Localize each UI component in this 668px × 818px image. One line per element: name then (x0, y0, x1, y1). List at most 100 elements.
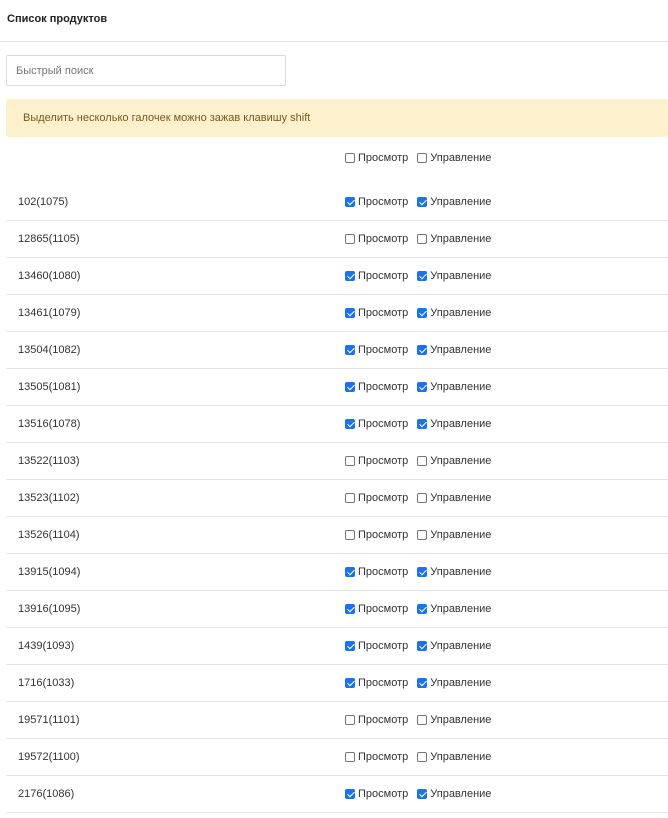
checkbox-icon[interactable] (417, 641, 428, 651)
view-checkbox[interactable]: Просмотр (345, 307, 408, 319)
view-checkbox[interactable]: Просмотр (345, 455, 408, 467)
manage-checkbox[interactable]: Управление (417, 714, 491, 726)
checkbox-icon[interactable] (417, 234, 428, 244)
manage-checkbox[interactable]: Управление (417, 196, 491, 208)
manage-checkbox[interactable]: Управление (417, 307, 491, 319)
manage-checkbox[interactable]: Управление (417, 233, 491, 245)
view-checkbox[interactable]: Просмотр (345, 270, 408, 282)
checkbox-icon[interactable] (417, 530, 428, 540)
manage-checkbox[interactable]: Управление (417, 788, 491, 800)
row-checkboxes: Просмотр Управление (345, 492, 491, 504)
list-item: 12865(1105) Просмотр Управление (6, 221, 668, 258)
checkbox-icon[interactable] (417, 308, 428, 318)
checkbox-icon[interactable] (345, 382, 355, 392)
checkbox-icon[interactable] (345, 345, 355, 355)
view-checkbox[interactable]: Просмотр (345, 677, 408, 689)
row-checkboxes: Просмотр Управление (345, 566, 491, 578)
view-checkbox[interactable]: Просмотр (345, 196, 408, 208)
list-item: 1716(1033) Просмотр Управление (6, 665, 668, 702)
view-checkbox[interactable]: Просмотр (345, 418, 408, 430)
checkbox-icon[interactable] (417, 752, 428, 762)
product-name: 13522(1103) (18, 455, 80, 467)
search-box[interactable] (6, 55, 286, 86)
view-checkbox[interactable]: Просмотр (345, 566, 408, 578)
checkbox-icon[interactable] (417, 271, 428, 281)
manage-checkbox[interactable]: Управление (417, 344, 491, 356)
checkbox-icon[interactable] (417, 715, 428, 725)
checkbox-icon[interactable] (417, 153, 428, 163)
view-label: Просмотр (358, 270, 409, 282)
checkbox-icon[interactable] (345, 604, 355, 614)
manage-checkbox[interactable]: Управление (417, 418, 491, 430)
checkbox-icon[interactable] (345, 567, 355, 577)
checkbox-icon[interactable] (345, 493, 355, 503)
checkbox-icon[interactable] (417, 789, 428, 799)
row-checkboxes: Просмотр Управление (345, 640, 491, 652)
manage-checkbox[interactable]: Управление (417, 603, 491, 615)
checkbox-icon[interactable] (345, 641, 355, 651)
search-input[interactable] (7, 56, 285, 85)
list-item: 13460(1080) Просмотр Управление (6, 258, 668, 295)
checkbox-icon[interactable] (417, 493, 428, 503)
checkbox-icon[interactable] (417, 382, 428, 392)
view-checkbox[interactable]: Просмотр (345, 233, 408, 245)
product-name: 1716(1033) (18, 677, 75, 689)
checkbox-icon[interactable] (345, 308, 355, 318)
manage-checkbox[interactable]: Управление (417, 492, 491, 504)
manage-label: Управление (430, 492, 492, 504)
view-label: Просмотр (358, 233, 409, 245)
view-checkbox[interactable]: Просмотр (345, 492, 408, 504)
checkbox-icon[interactable] (345, 715, 355, 725)
checkbox-icon[interactable] (345, 456, 355, 466)
view-checkbox[interactable]: Просмотр (345, 529, 408, 541)
checkbox-icon[interactable] (345, 234, 355, 244)
manage-label: Управление (430, 751, 492, 763)
list-item: 13505(1081) Просмотр Управление (6, 369, 668, 406)
view-checkbox[interactable]: Просмотр (345, 788, 408, 800)
view-checkbox[interactable]: Просмотр (345, 640, 408, 652)
manage-label: Управление (430, 152, 492, 164)
checkbox-icon[interactable] (345, 530, 355, 540)
view-checkbox[interactable]: Просмотр (345, 751, 408, 763)
checkbox-icon[interactable] (417, 678, 428, 688)
checkbox-icon[interactable] (417, 604, 428, 614)
manage-checkbox[interactable]: Управление (417, 455, 491, 467)
checkbox-icon[interactable] (345, 271, 355, 281)
checkbox-icon[interactable] (345, 752, 355, 762)
row-checkboxes: Просмотр Управление (345, 270, 491, 282)
manage-checkbox[interactable]: Управление (417, 751, 491, 763)
list-item: 1439(1093) Просмотр Управление (6, 628, 668, 665)
checkbox-icon[interactable] (417, 196, 428, 207)
row-checkboxes: Просмотр Управление (345, 455, 491, 467)
checkbox-icon[interactable] (417, 456, 428, 466)
row-checkboxes: Просмотр Управление (345, 714, 491, 726)
manage-label: Управление (430, 418, 492, 430)
manage-checkbox[interactable]: Управление (417, 270, 491, 282)
checkbox-icon[interactable] (417, 419, 428, 429)
manage-checkbox[interactable]: Управление (417, 381, 491, 393)
checkbox-icon[interactable] (345, 678, 355, 688)
master-manage-checkbox[interactable]: Управление (417, 152, 491, 164)
list-item: 102(1075) Просмотр Управление (6, 183, 668, 221)
master-view-checkbox[interactable]: Просмотр (345, 152, 408, 164)
checkbox-icon[interactable] (345, 196, 355, 207)
checkbox-icon[interactable] (417, 345, 428, 355)
row-checkboxes: Просмотр Управление (345, 603, 491, 615)
checkbox-icon[interactable] (345, 153, 355, 163)
view-checkbox[interactable]: Просмотр (345, 603, 408, 615)
product-name: 12865(1105) (18, 233, 80, 245)
manage-label: Управление (430, 344, 492, 356)
page-header: Список продуктов (0, 0, 668, 42)
view-checkbox[interactable]: Просмотр (345, 344, 408, 356)
row-checkboxes: Просмотр Управление (345, 788, 491, 800)
checkbox-icon[interactable] (417, 567, 428, 577)
manage-checkbox[interactable]: Управление (417, 566, 491, 578)
manage-checkbox[interactable]: Управление (417, 529, 491, 541)
view-checkbox[interactable]: Просмотр (345, 714, 408, 726)
checkbox-icon[interactable] (345, 419, 355, 429)
manage-checkbox[interactable]: Управление (417, 677, 491, 689)
manage-checkbox[interactable]: Управление (417, 640, 491, 652)
checkbox-icon[interactable] (345, 789, 355, 799)
product-name: 13460(1080) (18, 270, 81, 282)
view-checkbox[interactable]: Просмотр (345, 381, 408, 393)
